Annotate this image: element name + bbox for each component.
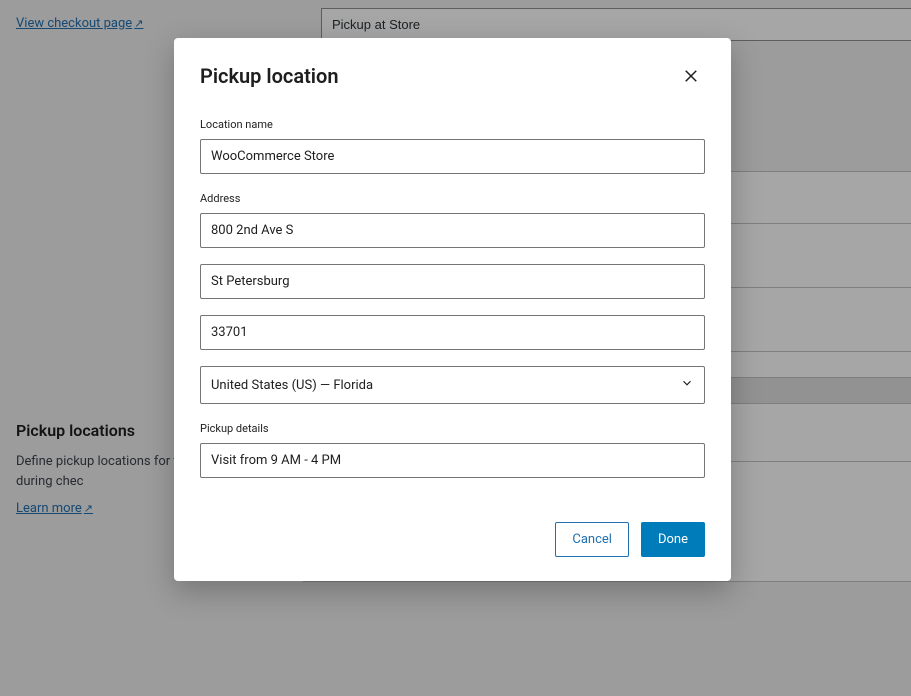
modal-header: Pickup location: [200, 62, 705, 90]
close-button[interactable]: [677, 62, 705, 90]
modal-footer: Cancel Done: [200, 522, 705, 557]
location-name-input[interactable]: [200, 139, 705, 174]
cancel-button[interactable]: Cancel: [555, 522, 629, 557]
chevron-down-icon: [680, 376, 694, 394]
pickup-details-label: Pickup details: [200, 422, 705, 435]
address-line1-input[interactable]: [200, 213, 705, 248]
address-city-input[interactable]: [200, 264, 705, 299]
pickup-details-field: Pickup details: [200, 422, 705, 478]
pickup-location-modal: Pickup location Location name Address Un…: [174, 38, 731, 581]
pickup-details-input[interactable]: [200, 443, 705, 478]
address-label: Address: [200, 192, 705, 205]
location-name-field: Location name: [200, 118, 705, 174]
address-region-select[interactable]: United States (US) — Florida: [200, 366, 705, 404]
address-field-group: Address United States (US) — Florida: [200, 192, 705, 404]
select-value: United States (US) — Florida: [211, 378, 373, 393]
modal-title: Pickup location: [200, 64, 339, 88]
location-name-label: Location name: [200, 118, 705, 131]
done-button[interactable]: Done: [641, 522, 705, 557]
address-zip-input[interactable]: [200, 315, 705, 350]
close-icon: [682, 67, 700, 85]
